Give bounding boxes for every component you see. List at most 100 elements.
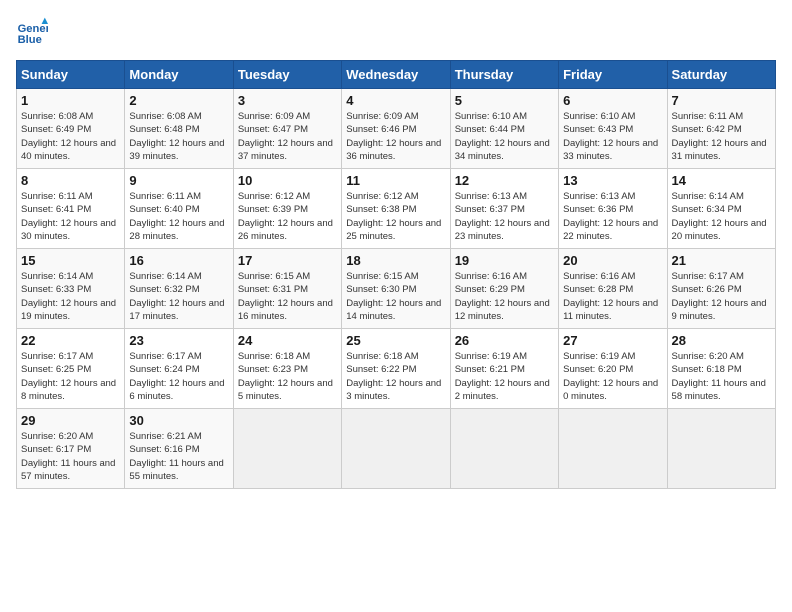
- day-number: 21: [672, 253, 771, 268]
- calendar-day: [667, 409, 775, 489]
- svg-text:General: General: [18, 23, 48, 35]
- calendar-day: 4Sunrise: 6:09 AMSunset: 6:46 PMDaylight…: [342, 89, 450, 169]
- day-info: Sunrise: 6:18 AMSunset: 6:23 PMDaylight:…: [238, 350, 337, 403]
- day-number: 8: [21, 173, 120, 188]
- calendar-week-4: 22 Sunrise: 6:17 AMSunset: 6:25 PMDayligh…: [17, 329, 776, 409]
- day-info: Sunrise: 6:17 AMSunset: 6:26 PMDaylight:…: [672, 270, 771, 323]
- day-info: Sunrise: 6:16 AMSunset: 6:29 PMDaylight:…: [455, 270, 554, 323]
- calendar-week-2: 8Sunrise: 6:11 AMSunset: 6:41 PMDaylight…: [17, 169, 776, 249]
- calendar-week-3: 15 Sunrise: 6:14 AMSunset: 6:33 PMDayligh…: [17, 249, 776, 329]
- day-info: Sunrise: 6:17 AMSunset: 6:25 PMDaylight:…: [21, 350, 120, 403]
- calendar-day: 9 Sunrise: 6:11 AMSunset: 6:40 PMDaylight…: [125, 169, 233, 249]
- calendar-day: 7Sunrise: 6:11 AMSunset: 6:42 PMDaylight…: [667, 89, 775, 169]
- calendar-day: [450, 409, 558, 489]
- calendar-day: [559, 409, 667, 489]
- calendar-week-5: 29 Sunrise: 6:20 AMSunset: 6:17 PMDayligh…: [17, 409, 776, 489]
- calendar-day: 8Sunrise: 6:11 AMSunset: 6:41 PMDaylight…: [17, 169, 125, 249]
- day-info: Sunrise: 6:14 AMSunset: 6:33 PMDaylight:…: [21, 270, 120, 323]
- day-number: 20: [563, 253, 662, 268]
- day-number: 6: [563, 93, 662, 108]
- calendar-day: [342, 409, 450, 489]
- calendar-day: 18 Sunrise: 6:15 AMSunset: 6:30 PMDayligh…: [342, 249, 450, 329]
- calendar-day: 30 Sunrise: 6:21 AMSunset: 6:16 PMDayligh…: [125, 409, 233, 489]
- day-number: 29: [21, 413, 120, 428]
- calendar-day: 13 Sunrise: 6:13 AMSunset: 6:36 PMDayligh…: [559, 169, 667, 249]
- weekday-header-row: SundayMondayTuesdayWednesdayThursdayFrid…: [17, 61, 776, 89]
- day-info: Sunrise: 6:20 AMSunset: 6:18 PMDaylight:…: [672, 350, 771, 403]
- logo: General Blue: [16, 16, 52, 48]
- calendar-day: 6 Sunrise: 6:10 AMSunset: 6:43 PMDaylight…: [559, 89, 667, 169]
- calendar-day: 1 Sunrise: 6:08 AMSunset: 6:49 PMDaylight…: [17, 89, 125, 169]
- calendar-day: 17 Sunrise: 6:15 AMSunset: 6:31 PMDayligh…: [233, 249, 341, 329]
- day-number: 3: [238, 93, 337, 108]
- day-number: 13: [563, 173, 662, 188]
- calendar-day: 21 Sunrise: 6:17 AMSunset: 6:26 PMDayligh…: [667, 249, 775, 329]
- calendar-day: 15 Sunrise: 6:14 AMSunset: 6:33 PMDayligh…: [17, 249, 125, 329]
- day-info: Sunrise: 6:14 AMSunset: 6:34 PMDaylight:…: [672, 190, 771, 243]
- day-info: Sunrise: 6:14 AMSunset: 6:32 PMDaylight:…: [129, 270, 228, 323]
- calendar-day: 20 Sunrise: 6:16 AMSunset: 6:28 PMDayligh…: [559, 249, 667, 329]
- day-number: 16: [129, 253, 228, 268]
- day-number: 19: [455, 253, 554, 268]
- day-number: 2: [129, 93, 228, 108]
- day-info: Sunrise: 6:16 AMSunset: 6:28 PMDaylight:…: [563, 270, 662, 323]
- day-number: 14: [672, 173, 771, 188]
- svg-text:Blue: Blue: [18, 34, 42, 46]
- day-info: Sunrise: 6:08 AMSunset: 6:49 PMDaylight:…: [21, 110, 120, 163]
- day-number: 26: [455, 333, 554, 348]
- day-number: 4: [346, 93, 445, 108]
- calendar-day: 11Sunrise: 6:12 AMSunset: 6:38 PMDayligh…: [342, 169, 450, 249]
- day-info: Sunrise: 6:10 AMSunset: 6:43 PMDaylight:…: [563, 110, 662, 163]
- day-number: 1: [21, 93, 120, 108]
- day-number: 9: [129, 173, 228, 188]
- day-number: 17: [238, 253, 337, 268]
- weekday-header-saturday: Saturday: [667, 61, 775, 89]
- calendar-day: 22 Sunrise: 6:17 AMSunset: 6:25 PMDayligh…: [17, 329, 125, 409]
- calendar-week-1: 1 Sunrise: 6:08 AMSunset: 6:49 PMDaylight…: [17, 89, 776, 169]
- calendar-day: 28 Sunrise: 6:20 AMSunset: 6:18 PMDayligh…: [667, 329, 775, 409]
- day-number: 15: [21, 253, 120, 268]
- day-info: Sunrise: 6:12 AMSunset: 6:39 PMDaylight:…: [238, 190, 337, 243]
- day-number: 18: [346, 253, 445, 268]
- calendar-day: 19 Sunrise: 6:16 AMSunset: 6:29 PMDayligh…: [450, 249, 558, 329]
- day-info: Sunrise: 6:15 AMSunset: 6:30 PMDaylight:…: [346, 270, 445, 323]
- day-number: 7: [672, 93, 771, 108]
- day-number: 22: [21, 333, 120, 348]
- day-info: Sunrise: 6:10 AMSunset: 6:44 PMDaylight:…: [455, 110, 554, 163]
- calendar-day: 3Sunrise: 6:09 AMSunset: 6:47 PMDaylight…: [233, 89, 341, 169]
- day-number: 28: [672, 333, 771, 348]
- calendar-day: 14 Sunrise: 6:14 AMSunset: 6:34 PMDayligh…: [667, 169, 775, 249]
- day-info: Sunrise: 6:08 AMSunset: 6:48 PMDaylight:…: [129, 110, 228, 163]
- calendar-day: [233, 409, 341, 489]
- day-info: Sunrise: 6:17 AMSunset: 6:24 PMDaylight:…: [129, 350, 228, 403]
- weekday-header-tuesday: Tuesday: [233, 61, 341, 89]
- day-number: 30: [129, 413, 228, 428]
- weekday-header-thursday: Thursday: [450, 61, 558, 89]
- calendar-day: 24Sunrise: 6:18 AMSunset: 6:23 PMDayligh…: [233, 329, 341, 409]
- calendar-day: 29 Sunrise: 6:20 AMSunset: 6:17 PMDayligh…: [17, 409, 125, 489]
- calendar-day: 2 Sunrise: 6:08 AMSunset: 6:48 PMDaylight…: [125, 89, 233, 169]
- day-info: Sunrise: 6:15 AMSunset: 6:31 PMDaylight:…: [238, 270, 337, 323]
- day-number: 23: [129, 333, 228, 348]
- day-number: 12: [455, 173, 554, 188]
- weekday-header-friday: Friday: [559, 61, 667, 89]
- page-header: General Blue: [16, 16, 776, 48]
- calendar-day: 23 Sunrise: 6:17 AMSunset: 6:24 PMDayligh…: [125, 329, 233, 409]
- calendar-day: 12 Sunrise: 6:13 AMSunset: 6:37 PMDayligh…: [450, 169, 558, 249]
- calendar-table: SundayMondayTuesdayWednesdayThursdayFrid…: [16, 60, 776, 489]
- day-number: 25: [346, 333, 445, 348]
- day-info: Sunrise: 6:21 AMSunset: 6:16 PMDaylight:…: [129, 430, 228, 483]
- weekday-header-monday: Monday: [125, 61, 233, 89]
- weekday-header-wednesday: Wednesday: [342, 61, 450, 89]
- calendar-day: 5 Sunrise: 6:10 AMSunset: 6:44 PMDaylight…: [450, 89, 558, 169]
- day-info: Sunrise: 6:19 AMSunset: 6:21 PMDaylight:…: [455, 350, 554, 403]
- day-info: Sunrise: 6:13 AMSunset: 6:37 PMDaylight:…: [455, 190, 554, 243]
- day-info: Sunrise: 6:13 AMSunset: 6:36 PMDaylight:…: [563, 190, 662, 243]
- day-info: Sunrise: 6:19 AMSunset: 6:20 PMDaylight:…: [563, 350, 662, 403]
- calendar-day: 16 Sunrise: 6:14 AMSunset: 6:32 PMDayligh…: [125, 249, 233, 329]
- day-info: Sunrise: 6:11 AMSunset: 6:40 PMDaylight:…: [129, 190, 228, 243]
- calendar-day: 25Sunrise: 6:18 AMSunset: 6:22 PMDayligh…: [342, 329, 450, 409]
- day-info: Sunrise: 6:20 AMSunset: 6:17 PMDaylight:…: [21, 430, 120, 483]
- day-number: 5: [455, 93, 554, 108]
- calendar-day: 10Sunrise: 6:12 AMSunset: 6:39 PMDayligh…: [233, 169, 341, 249]
